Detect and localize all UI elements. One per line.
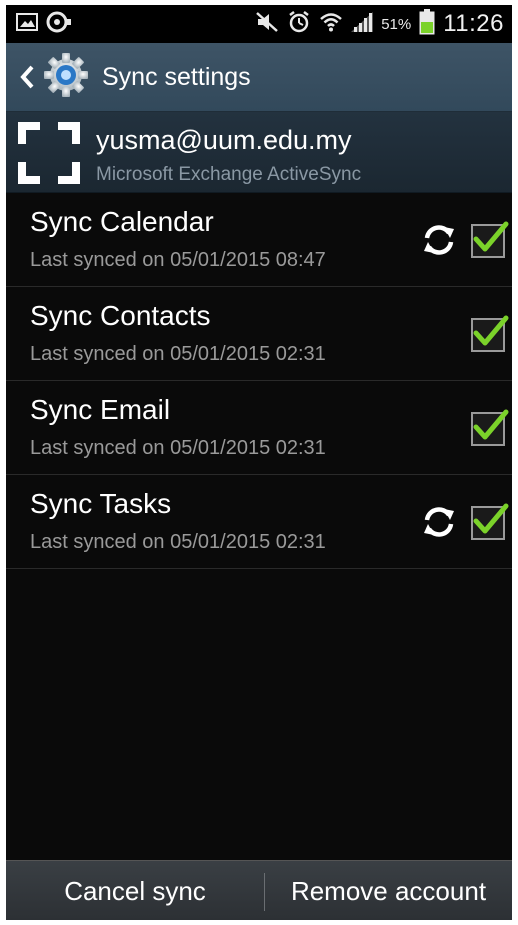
sync-calendar-checkbox[interactable]	[470, 219, 510, 259]
settings-gear-icon[interactable]	[42, 51, 90, 104]
sync-item-label: Sync Calendar	[30, 206, 214, 237]
action-bar: Sync settings	[6, 43, 512, 112]
sync-contacts-item[interactable]: Sync Contacts Last synced on 05/01/2015 …	[6, 287, 512, 381]
sync-email-checkbox[interactable]	[470, 407, 510, 447]
sync-tasks-item[interactable]: Sync Tasks Last synced on 05/01/2015 02:…	[6, 475, 512, 569]
sync-refresh-icon	[420, 503, 458, 541]
bottom-action-bar: Cancel sync Remove account	[6, 860, 512, 920]
wifi-icon	[319, 11, 343, 38]
sync-settings-screen: 51% 11:26 Sync settings yusma@uum.edu.my…	[6, 5, 512, 920]
cancel-sync-button[interactable]: Cancel sync	[6, 861, 264, 920]
voice-recorder-icon	[46, 11, 72, 38]
status-bar: 51% 11:26	[6, 5, 512, 43]
clock: 11:26	[443, 10, 504, 37]
sync-item-last-synced: Last synced on 05/01/2015 08:47	[30, 249, 326, 271]
gallery-icon	[16, 12, 38, 36]
sync-item-label: Sync Contacts	[30, 300, 211, 331]
page-title: Sync settings	[102, 62, 251, 91]
exchange-account-icon	[18, 122, 80, 184]
account-email: yusma@uum.edu.my	[96, 125, 352, 155]
sync-contacts-checkbox[interactable]	[470, 313, 510, 353]
sync-item-label: Sync Tasks	[30, 488, 172, 519]
sync-item-last-synced: Last synced on 05/01/2015 02:31	[30, 531, 326, 553]
battery-icon	[419, 8, 435, 40]
sync-tasks-checkbox[interactable]	[470, 501, 510, 541]
back-arrow-icon[interactable]	[18, 62, 36, 92]
sync-item-last-synced: Last synced on 05/01/2015 02:31	[30, 343, 326, 365]
account-type: Microsoft Exchange ActiveSync	[96, 164, 362, 185]
mute-icon	[255, 11, 279, 38]
sync-item-label: Sync Email	[30, 394, 171, 425]
battery-percent: 51%	[381, 15, 412, 33]
sync-refresh-icon	[420, 221, 458, 259]
remove-account-button[interactable]: Remove account	[265, 861, 512, 920]
signal-icon	[351, 11, 374, 37]
sync-email-item[interactable]: Sync Email Last synced on 05/01/2015 02:…	[6, 381, 512, 475]
alarm-icon	[287, 10, 311, 39]
sync-item-last-synced: Last synced on 05/01/2015 02:31	[30, 437, 326, 459]
account-header: yusma@uum.edu.my Microsoft Exchange Acti…	[6, 112, 512, 193]
sync-calendar-item[interactable]: Sync Calendar Last synced on 05/01/2015 …	[6, 193, 512, 287]
